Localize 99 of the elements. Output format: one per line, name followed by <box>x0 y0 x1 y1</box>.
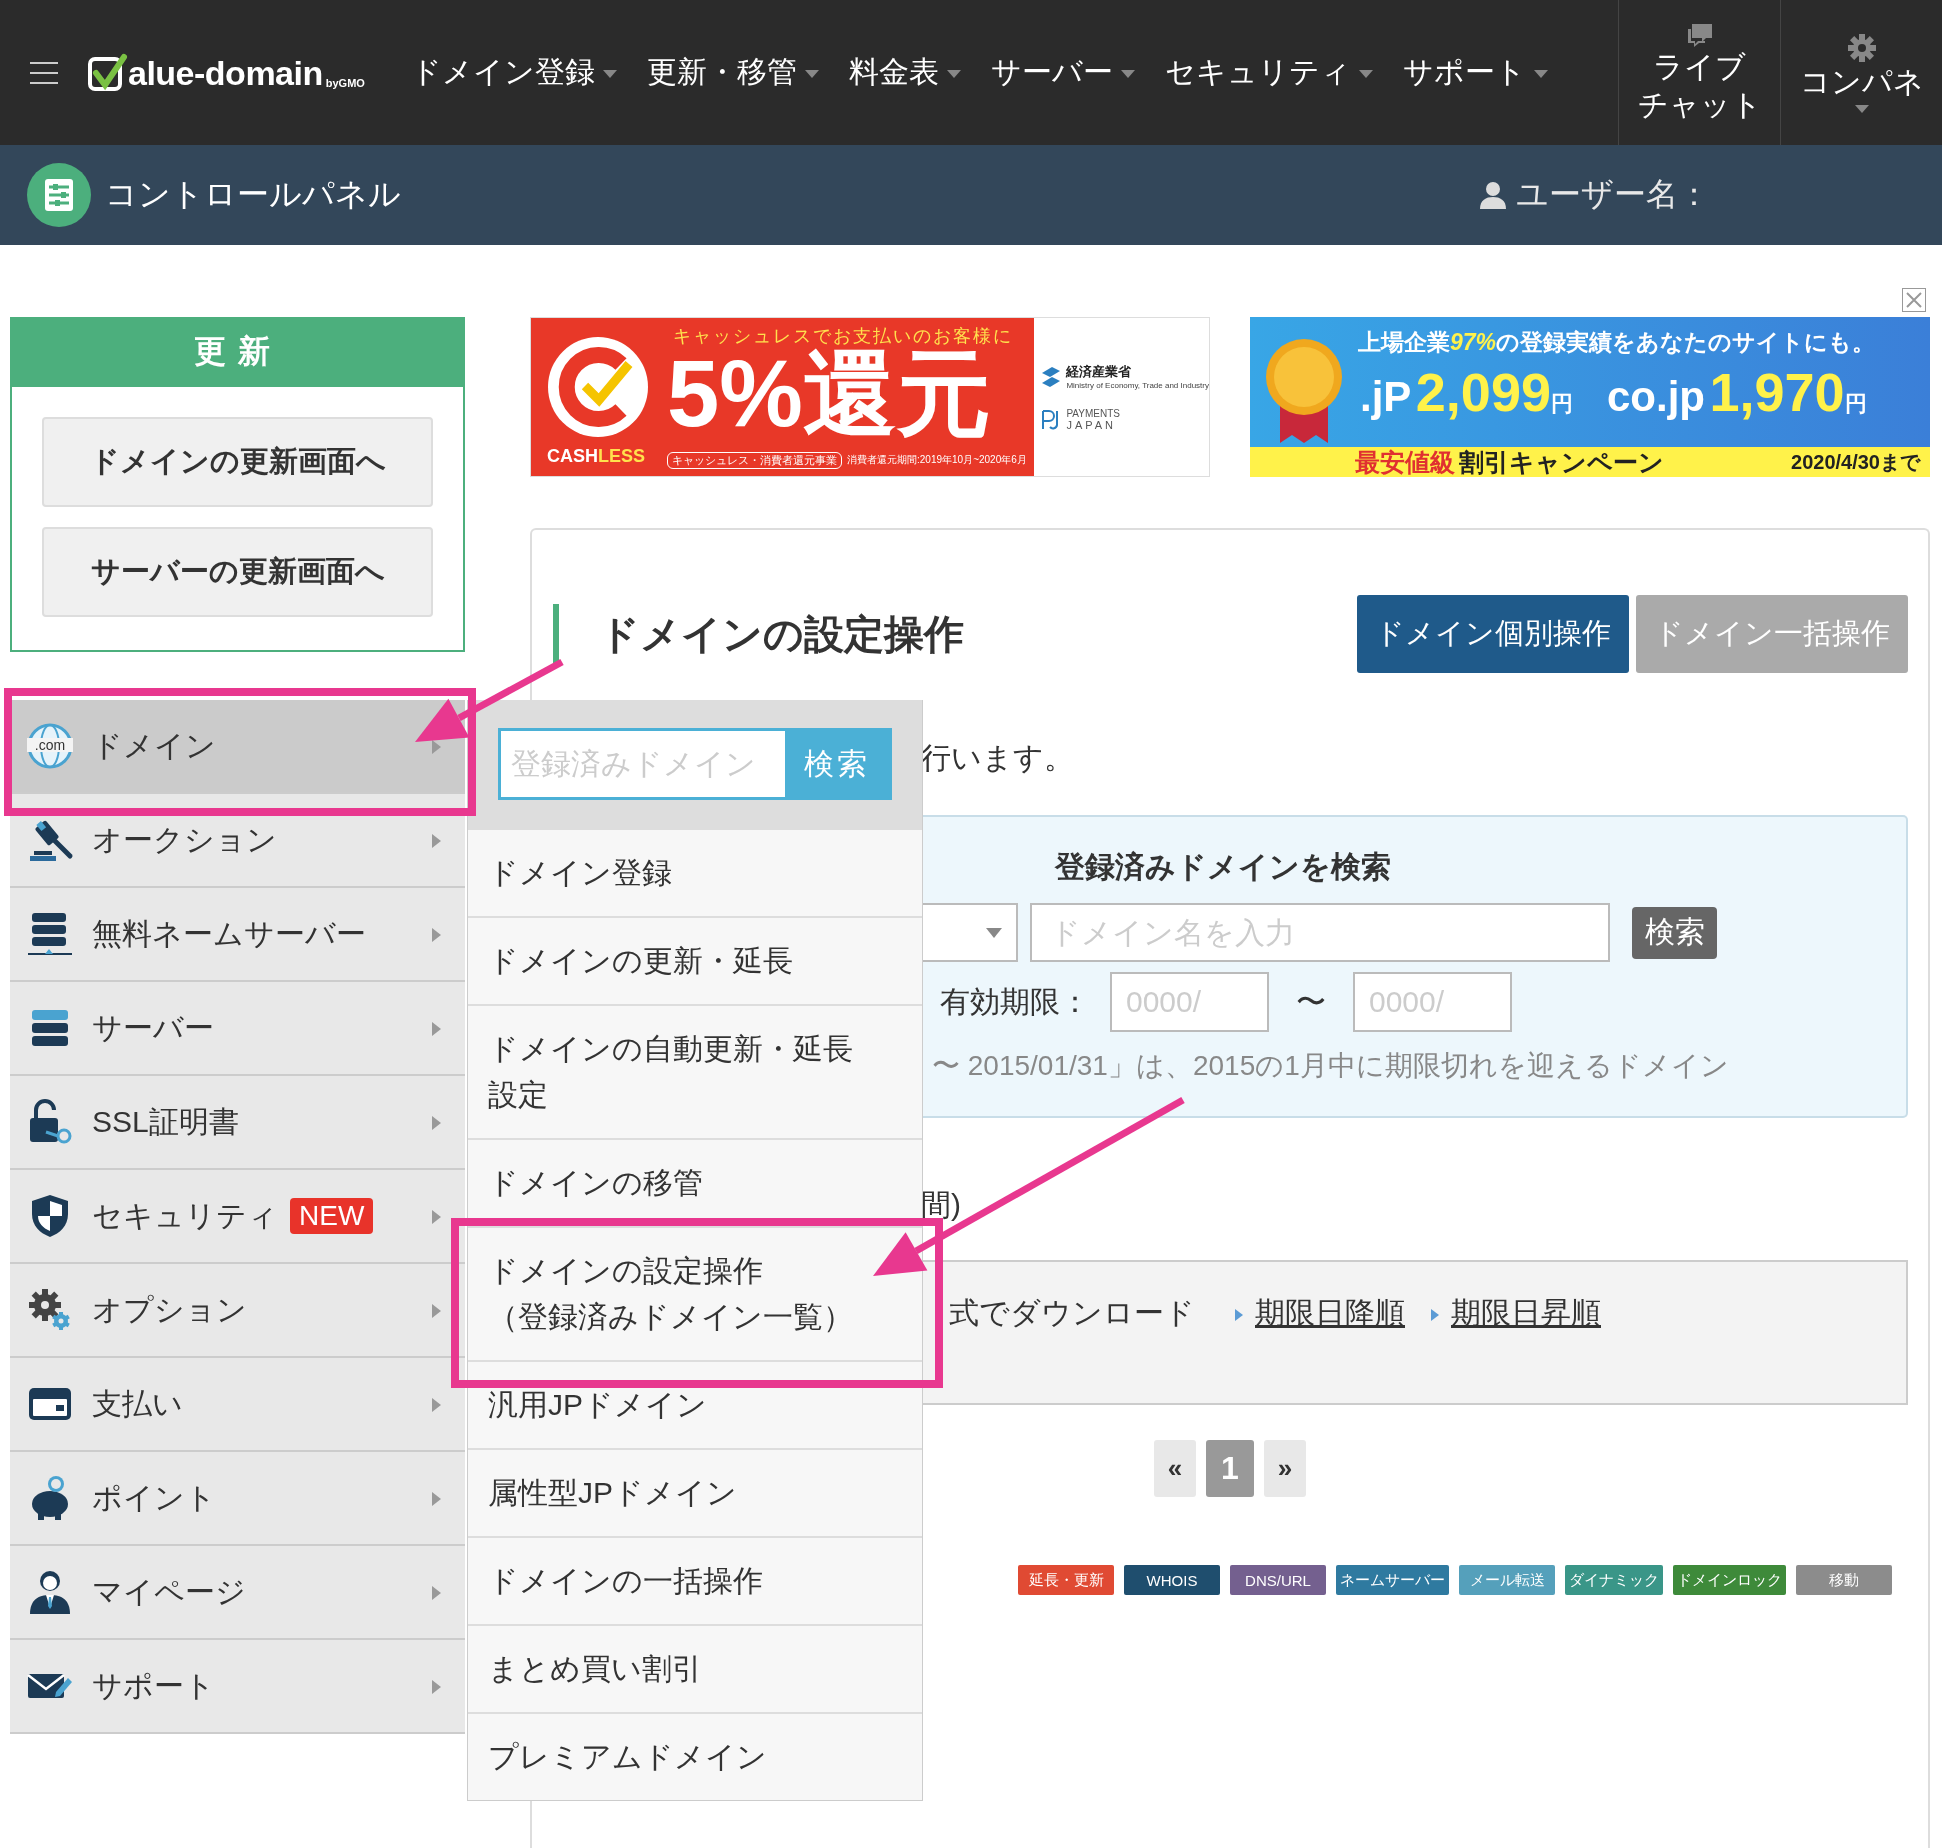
cashless-brand: CASHLESS <box>547 446 646 467</box>
banner-headline: 上場企業97%の登録実績をあなたのサイトにも。 <box>1358 328 1876 357</box>
globe-icon: .com <box>26 722 74 770</box>
submenu-item[interactable]: ドメインの更新・延長 <box>468 916 922 1004</box>
select-field[interactable] <box>921 903 1018 962</box>
help-text: 〜 2015/01/31」は、2015の1月中に期限切れを迎えるドメイン <box>932 1049 1730 1083</box>
submenu-item[interactable]: プレミアムドメイン <box>468 1712 922 1800</box>
campaign-tag: 最安値級 <box>1355 445 1455 479</box>
panel-title: コントロールパネル <box>105 175 401 214</box>
close-button[interactable] <box>1902 288 1926 312</box>
chevron-icon <box>432 1492 441 1506</box>
sidebar-item[interactable]: オークション <box>10 794 465 888</box>
intro-text: 行います。 <box>921 740 1075 776</box>
caret-icon <box>804 70 819 79</box>
period-text: 消費者還元期間:2019年10月~2020年6月 <box>847 453 1027 467</box>
prev-page-button[interactable]: « <box>1154 1440 1196 1497</box>
sidebar-item[interactable]: SSL証明書 <box>10 1076 465 1170</box>
nav-menu-item[interactable]: 更新・移管 <box>646 52 819 93</box>
caret-icon <box>602 70 617 79</box>
next-page-button[interactable]: » <box>1264 1440 1306 1497</box>
check-logo-icon <box>88 52 128 93</box>
submenu-item[interactable]: ドメインの移管 <box>468 1138 922 1226</box>
server-icon <box>26 910 74 958</box>
sidebar-item[interactable]: サーバー <box>10 982 465 1076</box>
legend-tag: WHOIS <box>1124 1565 1220 1595</box>
renew-button[interactable]: ドメインの更新画面へ <box>42 417 433 507</box>
tab[interactable]: ドメイン個別操作 <box>1357 595 1629 673</box>
chat-icon <box>1685 21 1714 48</box>
cashless-logo-icon <box>545 334 651 440</box>
deadline-text: 2020/4/30まで <box>1791 449 1920 475</box>
sidebar-item[interactable]: .com ドメイン <box>10 700 465 794</box>
legend-tag: ドメインロック <box>1673 1565 1786 1595</box>
section-heading: ドメインの設定操作 <box>553 604 964 664</box>
chevron-icon <box>432 834 441 848</box>
ministry-name-english: Ministry of Economy, Trade and Industry <box>1066 381 1209 390</box>
submenu-item[interactable]: ドメインの自動更新・延長 設定 <box>468 1004 922 1138</box>
renew-button[interactable]: サーバーの更新画面へ <box>42 527 433 617</box>
nav-menu-item[interactable]: サポート <box>1402 52 1548 93</box>
nav-menu-item[interactable]: ドメイン登録 <box>410 52 617 93</box>
caret-icon <box>1854 104 1869 113</box>
price-offer: .jP2,099円 <box>1360 361 1573 423</box>
chevron-icon <box>432 1398 441 1412</box>
sidebar-item[interactable]: 支払い <box>10 1358 465 1452</box>
submenu-item[interactable]: まとめ買い割引 <box>468 1624 922 1712</box>
chevron-icon <box>432 1116 441 1130</box>
legend-tag: ダイナミック <box>1565 1565 1663 1595</box>
sort-link[interactable]: 期限日昇順 <box>1431 1290 1601 1335</box>
expiry-label: 有効期限： <box>940 983 1091 1020</box>
search-button[interactable]: 検索 <box>1632 906 1717 959</box>
price-offer: co.jp 1,970円 <box>1606 361 1867 423</box>
logo-suffix: byGMO <box>325 75 365 91</box>
chevron-icon <box>432 928 441 942</box>
logo-text: alue-domain <box>128 52 323 93</box>
chevron-icon <box>432 1304 441 1318</box>
sidebar-item[interactable]: ポイント <box>10 1452 465 1546</box>
chevron-icon <box>432 1210 441 1224</box>
submenu-item[interactable]: 属性型JPドメイン <box>468 1448 922 1536</box>
sidebar-item[interactable]: セキュリティ NEW <box>10 1170 465 1264</box>
ministry-name: 経済産業省 <box>1066 363 1133 381</box>
menu-icon[interactable] <box>30 61 58 84</box>
settings-icon <box>1846 32 1877 63</box>
submenu-item[interactable]: ドメインの一括操作 <box>468 1536 922 1624</box>
caret-icon <box>1358 70 1373 79</box>
program-label: キャッシュレス・消費者還元事業 <box>667 452 842 469</box>
chevron-icon <box>432 1680 441 1694</box>
range-separator: 〜 <box>1295 983 1327 1020</box>
campaign-name: 割引キャンペーン <box>1459 446 1664 478</box>
user-name-label: ユーザー名： <box>1516 175 1710 214</box>
renew-header: 更新 <box>10 317 465 387</box>
japan-text: JAPAN <box>1066 419 1118 431</box>
legend-tag: ネームサーバー <box>1336 1565 1449 1595</box>
nav-menu-item[interactable]: 料金表 <box>848 52 961 93</box>
submenu-item[interactable]: 汎用JPドメイン <box>468 1360 922 1448</box>
user-icon <box>1480 181 1506 209</box>
caret-icon <box>1533 70 1548 79</box>
cashless-banner[interactable]: CASHLESS キャッシュレスでお支払いのお客様に 5%還元 キャッシュレス・消費者還元事業 消費者還元期間:2019年10月~2020年6月 経済産業省 Ministry of Economy, Trade and Industry PAYMENTS JAPAN <box>530 317 1210 477</box>
new-badge: NEW <box>290 1198 374 1234</box>
chevron-icon <box>432 1022 441 1036</box>
legend-tag: DNS/URL <box>1230 1565 1326 1595</box>
nav-menu-item[interactable]: サーバー <box>990 52 1135 93</box>
body-text: 間) <box>921 1187 962 1223</box>
payments-text: PAYMENTS <box>1066 408 1120 419</box>
legend-tag: メール転送 <box>1459 1565 1555 1595</box>
nav-menu-item[interactable]: セキュリティ <box>1164 52 1373 93</box>
sidebar-item[interactable]: オプション <box>10 1264 465 1358</box>
caret-icon <box>986 927 1002 938</box>
chevron-icon <box>432 1586 441 1600</box>
sidebar-item[interactable]: 無料ネームサーバー <box>10 888 465 982</box>
sidebar-item[interactable]: マイページ <box>10 1546 465 1640</box>
control-panel-icon <box>27 163 91 227</box>
sidebar-item[interactable]: サポート <box>10 1640 465 1734</box>
legend-tag: 移動 <box>1796 1565 1892 1595</box>
legend-tag: 延長・更新 <box>1018 1565 1114 1595</box>
sort-link[interactable]: 期限日降順 <box>1235 1290 1405 1335</box>
search-heading: 登録済みドメインを検索 <box>1055 849 1392 885</box>
caret-icon <box>1120 70 1135 79</box>
caret-icon <box>946 70 961 79</box>
download-text: 式でダウンロード <box>949 1295 1195 1331</box>
submenu-item[interactable]: ドメイン登録 <box>468 828 922 916</box>
